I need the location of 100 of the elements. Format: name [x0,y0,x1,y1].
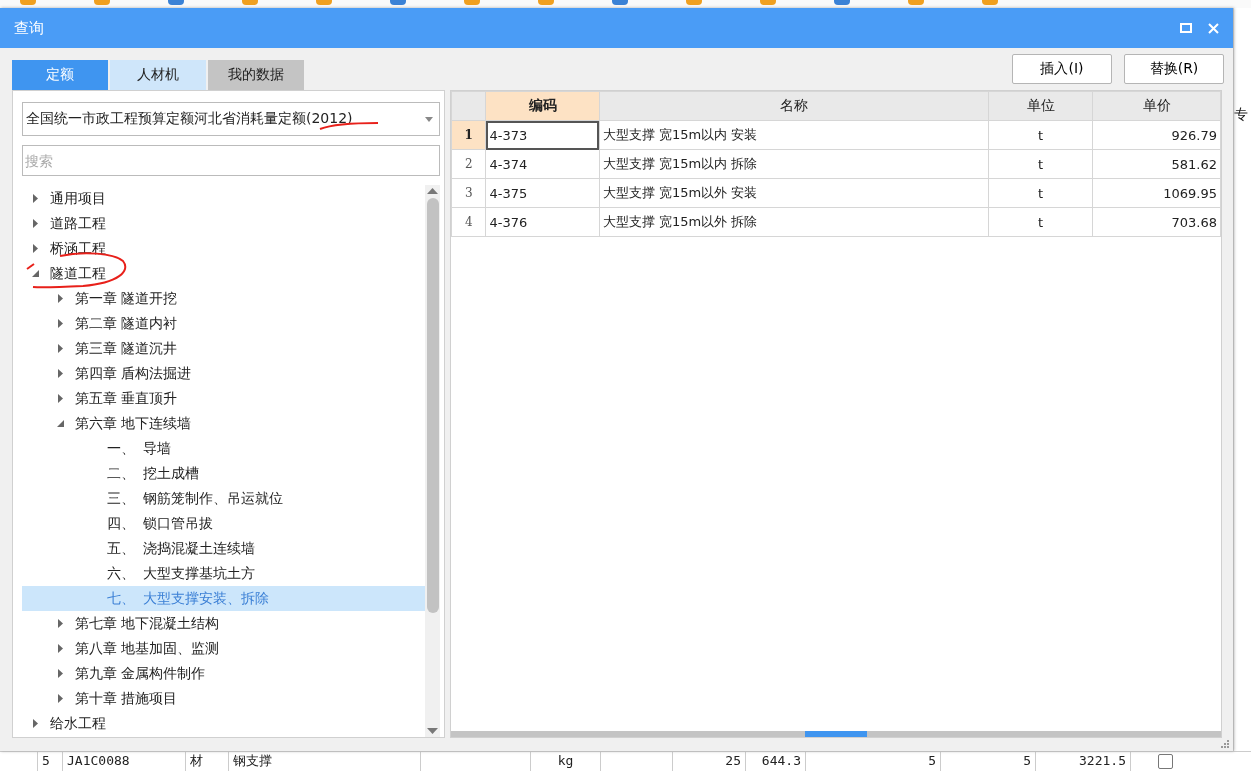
table-cell: 4-373 [485,120,600,150]
tree-item[interactable]: 第八章 地基加固、监测 [22,636,425,661]
resize-grip-icon[interactable] [1221,740,1229,748]
row-number[interactable]: 1 [451,120,486,150]
toolbar-icon[interactable] [760,0,776,5]
horizontal-scrollbar[interactable] [451,731,1221,737]
column-header[interactable]: 单位 [988,91,1093,121]
replace-button[interactable]: 替换(R) [1124,54,1224,84]
table-cell: 4-376 [485,207,600,237]
collapsed-arrow-icon[interactable] [57,669,64,678]
scroll-up-icon[interactable] [427,188,438,194]
tree-item[interactable]: 第六章 地下连续墙 [22,411,425,436]
collapsed-arrow-icon[interactable] [57,644,64,653]
tree-item[interactable]: 六、 大型支撑基坑土方 [22,561,425,586]
collapsed-arrow-icon[interactable] [57,694,64,703]
toolbar-icon[interactable] [686,0,702,5]
row-number[interactable]: 2 [451,149,486,179]
scrollbar[interactable] [425,185,440,737]
collapsed-arrow-icon[interactable] [32,244,39,253]
table-cell: 4-374 [485,149,600,179]
tree-item[interactable]: 第一章 隧道开挖 [22,286,425,311]
search-field[interactable]: 搜索 [22,145,440,176]
tree-item[interactable]: 一、 导墙 [22,436,425,461]
toolbar-icon[interactable] [464,0,480,5]
tree-item[interactable]: 二、 挖土成槽 [22,461,425,486]
item-number: 三、 [106,489,136,508]
collapsed-arrow-icon[interactable] [57,294,64,303]
toolbar-icon[interactable] [982,0,998,5]
expanded-arrow-icon[interactable] [32,269,39,278]
collapsed-arrow-icon[interactable] [57,619,64,628]
maximize-icon[interactable] [1180,23,1192,33]
toolbar-icon[interactable] [94,0,110,5]
column-header[interactable]: 编码 [485,91,600,121]
item-label: 隧道工程 [50,264,106,283]
table-cell: 大型支撑 宽15m以内 安装 [599,120,989,150]
tree-item[interactable]: 三、 钢筋笼制作、吊运就位 [22,486,425,511]
tree-item[interactable]: 第九章 金属构件制作 [22,661,425,686]
collapsed-arrow-icon[interactable] [32,719,39,728]
item-label: 挖土成槽 [143,464,199,483]
tree-item[interactable]: 第四章 盾构法掘进 [22,361,425,386]
item-label: 给水工程 [50,714,106,733]
table-cell: t [988,149,1093,179]
library-dropdown[interactable]: 全国统一市政工程预算定额河北省消耗量定额(2012) [22,102,440,136]
tree-item[interactable]: 隧道工程 [22,261,425,286]
toolbar-icon[interactable] [242,0,258,5]
toolbar-icon[interactable] [538,0,554,5]
row-number[interactable]: 3 [451,178,486,208]
toolbar-icon[interactable] [612,0,628,5]
toolbar-icon[interactable] [168,0,184,5]
collapsed-arrow-icon[interactable] [32,194,39,203]
toolbar-icon[interactable] [908,0,924,5]
item-label: 第一章 隧道开挖 [75,289,178,308]
collapsed-arrow-icon[interactable] [57,369,64,378]
table-cell: kg [530,752,600,771]
item-label: 第四章 盾构法掘进 [75,364,192,383]
table-cell: t [988,120,1093,150]
collapsed-arrow-icon[interactable] [32,219,39,228]
table-cell: 581.62 [1092,149,1221,179]
tree-item[interactable]: 四、 锁口管吊拔 [22,511,425,536]
item-label: 钢筋笼制作、吊运就位 [143,489,283,508]
item-label: 锁口管吊拔 [143,514,213,533]
table-cell: 1069.95 [1092,178,1221,208]
row-number[interactable]: 4 [451,207,486,237]
item-label: 第三章 隧道沉井 [75,339,178,358]
tree-item[interactable]: 通用项目 [22,186,425,211]
table-cell: 大型支撑 宽15m以内 拆除 [599,149,989,179]
table-cell: 钢支撑 [228,752,420,771]
item-label: 通用项目 [50,189,106,208]
tree-item[interactable]: 五、 浇捣混凝土连续墙 [22,536,425,561]
tab[interactable]: 我的数据 [208,60,304,90]
collapsed-arrow-icon[interactable] [57,319,64,328]
item-number: 五、 [106,539,136,558]
tree-item[interactable]: 第三章 隧道沉井 [22,336,425,361]
toolbar-icon[interactable] [316,0,332,5]
tree-item[interactable]: 给水工程 [22,711,425,736]
tree-item[interactable]: 第七章 地下混凝土结构 [22,611,425,636]
toolbar-icon[interactable] [20,0,36,5]
item-label: 导墙 [143,439,171,458]
toolbar-icon[interactable] [390,0,406,5]
tree-item[interactable]: 第十章 措施项目 [22,686,425,711]
item-number: 六、 [106,564,136,583]
column-header[interactable]: 名称 [599,91,989,121]
tree-item[interactable]: 道路工程 [22,211,425,236]
tree-item[interactable]: 第二章 隧道内衬 [22,311,425,336]
collapsed-arrow-icon[interactable] [57,394,64,403]
column-header[interactable]: 单价 [1092,91,1221,121]
insert-button[interactable]: 插入(I) [1012,54,1112,84]
tree-item[interactable]: 第五章 垂直顶升 [22,386,425,411]
table-cell: JA1C0088 [62,752,185,771]
scroll-down-icon[interactable] [427,728,438,734]
scroll-thumb[interactable] [805,731,867,737]
scroll-thumb[interactable] [426,198,439,613]
close-icon[interactable] [1208,22,1219,34]
collapsed-arrow-icon[interactable] [57,344,64,353]
expanded-arrow-icon[interactable] [57,419,64,428]
table-cell: 材 [185,752,228,771]
toolbar-icon[interactable] [834,0,850,5]
checkbox[interactable] [1158,754,1173,769]
column-header: 专 [1234,106,1248,122]
tab[interactable]: 人材机 [110,60,206,90]
